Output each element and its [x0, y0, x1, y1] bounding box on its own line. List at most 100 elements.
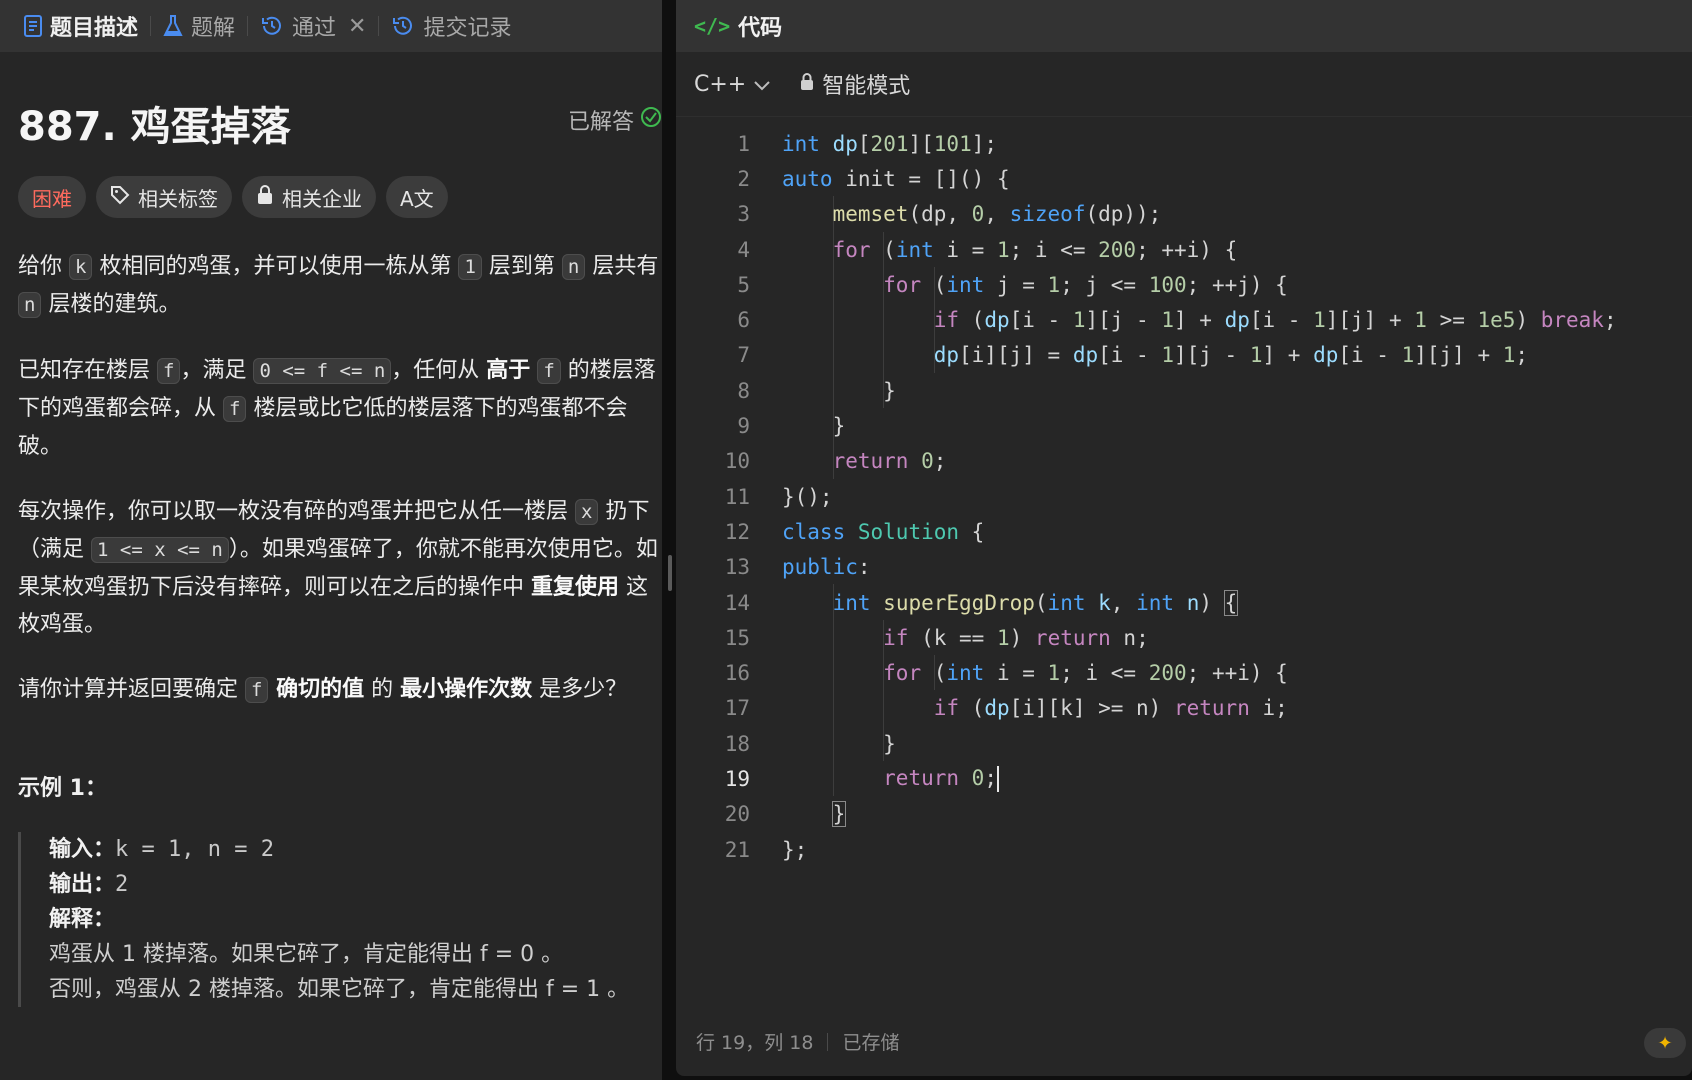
- tab-accepted[interactable]: 通过 ✕: [248, 10, 378, 42]
- code-text: return 0;: [883, 765, 999, 792]
- text-cursor: [996, 765, 999, 792]
- tags-label: 相关标签: [138, 186, 218, 211]
- assistant-icon[interactable]: ✦: [1644, 1028, 1686, 1058]
- code-text: if (k == 1) return n;: [883, 625, 1149, 650]
- companies-button[interactable]: 相关企业: [242, 176, 376, 218]
- code-line-current: 19 return 0;: [676, 761, 1692, 796]
- text: 层到第: [481, 254, 562, 279]
- tab-label: 题解: [191, 16, 236, 41]
- language-label: C++: [694, 71, 747, 97]
- bold-text: 最小操作次数: [400, 677, 533, 702]
- line-number: 10: [724, 449, 750, 474]
- problem-title: 887. 鸡蛋掉落: [18, 104, 291, 150]
- code-header-label: 代码: [738, 16, 783, 41]
- mode-label: 智能模式: [822, 74, 911, 99]
- inline-code: 1: [458, 254, 482, 280]
- code-text: for (int i = 1; i <= 200; ++i) {: [832, 237, 1238, 262]
- line-number: 21: [724, 837, 750, 862]
- line-number: 7: [737, 343, 750, 368]
- text: 是多少？: [532, 677, 628, 702]
- line-number: 13: [724, 555, 750, 580]
- inline-code: n: [18, 292, 42, 318]
- code-line: 18 }: [676, 726, 1692, 761]
- code-line: 11}();: [676, 479, 1692, 514]
- line-number: 14: [724, 590, 750, 615]
- text: ，任何从: [391, 358, 487, 383]
- problem-description: 给你 k 枚相同的鸡蛋，并可以使用一栋从第 1 层到第 n 层共有 n 层楼的建…: [18, 248, 662, 737]
- code-line: 7 dp[i][j] = dp[i - 1][j - 1] + dp[i - 1…: [676, 338, 1692, 373]
- inline-code: n: [561, 254, 586, 280]
- text: 的: [364, 677, 401, 702]
- check-circle-icon: [640, 106, 662, 134]
- code-line: 1 int dp[201][101];: [676, 126, 1692, 161]
- code-text: int dp[201][101];: [782, 131, 998, 156]
- code-line: 8 }: [676, 373, 1692, 408]
- line-number: 15: [724, 625, 750, 650]
- code-line: 2 auto init = []() {: [676, 161, 1692, 196]
- language-select[interactable]: C++: [694, 72, 770, 97]
- code-text: public:: [782, 555, 871, 580]
- line-number: 18: [724, 731, 750, 756]
- desc-paragraph-4: 请你计算并返回要确定 f 确切的值 的 最小操作次数 是多少？: [18, 671, 662, 709]
- code-text: int superEggDrop(int k, int n) {: [832, 589, 1239, 616]
- bold-text: 重复使用: [531, 575, 620, 600]
- code-line: 15 if (k == 1) return n;: [676, 620, 1692, 655]
- example-output: 输出：2: [49, 867, 662, 902]
- explain-line-2: 否则，鸡蛋从 2 楼掉落。如果它碎了，肯定能得出 f = 1 。: [49, 977, 630, 1002]
- close-icon[interactable]: ✕: [348, 14, 366, 39]
- output-value: 2: [115, 872, 129, 897]
- inline-code: 0 <= f <= n: [253, 358, 392, 384]
- inline-code: f: [157, 358, 181, 384]
- example-input: 输入：k = 1, n = 2: [49, 832, 662, 867]
- input-value: k = 1, n = 2: [115, 837, 274, 862]
- code-line: 20 }: [676, 797, 1692, 832]
- flask-icon: [163, 15, 183, 37]
- tab-label: 题目描述: [50, 16, 139, 41]
- solved-label: 已解答: [567, 110, 634, 135]
- code-editor[interactable]: 1 int dp[201][101]; 2 auto init = []() { 3…: [676, 126, 1692, 867]
- code-line: 9 }: [676, 408, 1692, 443]
- problem-tabbar: 题目描述 题解 通过 ✕ 提交记录: [0, 0, 662, 52]
- example-title: 示例 1：: [18, 776, 107, 801]
- line-number: 20: [724, 802, 750, 827]
- solved-status: 已解答: [568, 104, 662, 136]
- code-text: }();: [782, 484, 833, 509]
- document-icon: [24, 15, 42, 37]
- tab-label: 提交记录: [423, 16, 512, 41]
- cursor-position: 行 19，列 18: [696, 1032, 814, 1054]
- tab-submissions[interactable]: 提交记录: [379, 10, 523, 42]
- text: 层共有: [585, 254, 659, 279]
- inline-code: f: [245, 677, 269, 703]
- mode-toggle[interactable]: 智能模式: [800, 68, 910, 100]
- line-number: 9: [737, 414, 750, 439]
- code-line: 10 return 0;: [676, 444, 1692, 479]
- code-text: return 0;: [832, 449, 947, 474]
- code-panel: </> 代码 C++ 智能模式 1 int dp[201][101]; 2 auto…: [676, 0, 1692, 1076]
- text: 给你: [18, 254, 69, 279]
- code-line: 14 int superEggDrop(int k, int n) {: [676, 585, 1692, 620]
- code-line: 4 for (int i = 1; i <= 200; ++i) {: [676, 232, 1692, 267]
- inline-code: f: [223, 396, 247, 422]
- history-icon: [260, 15, 284, 37]
- tab-solutions[interactable]: 题解: [151, 10, 247, 42]
- translate-button[interactable]: A文: [386, 176, 448, 218]
- bold-text: 确切的值: [268, 677, 365, 702]
- text: 已知存在楼层: [18, 358, 157, 383]
- inline-code: x: [575, 499, 599, 525]
- line-number: 6: [737, 308, 750, 333]
- code-text: class Solution {: [782, 519, 985, 544]
- tag-icon: [110, 185, 130, 210]
- line-number: 4: [737, 237, 750, 262]
- editor-toolbar: C++ 智能模式: [676, 52, 1692, 117]
- tab-description[interactable]: 题目描述: [12, 10, 150, 42]
- tags-button[interactable]: 相关标签: [96, 176, 232, 218]
- panel-resize-handle[interactable]: [668, 555, 672, 591]
- code-text: if (dp[i - 1][j - 1] + dp[i - 1][j] + 1 …: [933, 308, 1617, 333]
- inline-code: f: [537, 358, 561, 384]
- line-number: 2: [737, 166, 750, 191]
- code-text: memset(dp, 0, sizeof(dp));: [832, 202, 1162, 227]
- problem-panel: 题目描述 题解 通过 ✕ 提交记录 887. 鸡蛋掉落 已解答 困难 相关标签 …: [0, 0, 662, 1080]
- code-text: if (dp[i][k] >= n) return i;: [933, 696, 1288, 721]
- difficulty-badge[interactable]: 困难: [18, 176, 86, 218]
- lock-icon: [256, 184, 274, 210]
